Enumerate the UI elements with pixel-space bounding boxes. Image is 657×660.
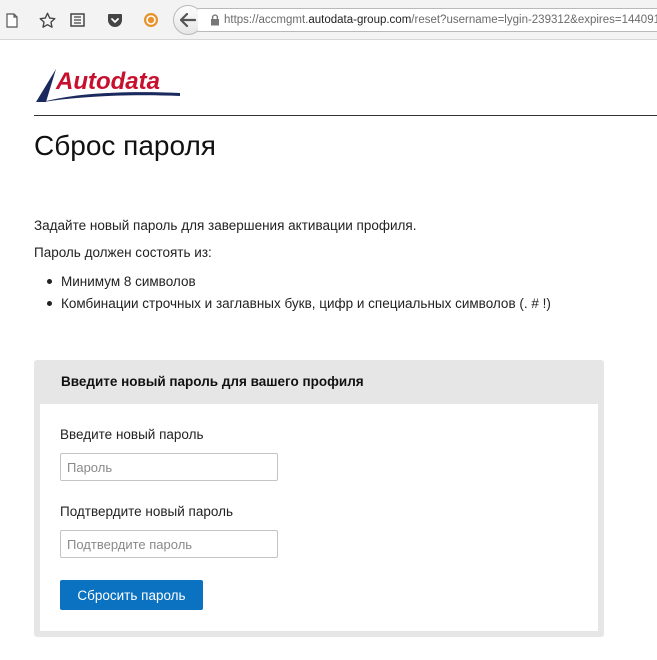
url-host: autodata-group.com [308,14,412,26]
list-item: Минимум 8 символов [47,270,551,292]
requirements-list: Минимум 8 символов Комбинации строчных и… [47,270,551,314]
url-prefix: https://accmgmt. [224,14,309,26]
reading-list-icon[interactable] [68,11,86,29]
autodata-logo[interactable]: Autodata [34,66,184,104]
reset-form-panel: Введите новый пароль для вашего профиля … [34,360,604,637]
new-password-label: Введите новый пароль [60,427,204,442]
lock-icon[interactable] [210,14,220,26]
browser-toolbar: https://accmgmt. autodata-group.com/reset… [0,0,657,40]
extension-icon[interactable] [142,11,160,29]
form-heading: Введите новый пароль для вашего профиля [61,374,364,389]
intro-text: Задайте новый пароль для завершения акти… [34,218,417,233]
bullet-icon [47,278,52,284]
bookmark-star-icon[interactable] [38,11,56,29]
header-divider [34,115,657,116]
address-bar[interactable]: https://accmgmt. autodata-group.com/reset… [198,8,657,32]
bullet-icon [47,300,52,306]
pocket-icon[interactable] [106,11,124,29]
list-item: Комбинации строчных и заглавных букв, ци… [47,292,551,314]
logo-text: Autodata [55,68,160,95]
new-password-input[interactable] [60,453,278,481]
url-path: /reset?username=lygin-239312&expires=144… [411,14,657,26]
form-body: Введите новый пароль Подтвердите новый п… [40,404,598,631]
reset-password-button[interactable]: Сбросить пароль [60,580,203,610]
page-icon[interactable] [3,11,21,29]
confirm-password-input[interactable] [60,530,278,558]
page-title: Сброс пароля [34,130,216,161]
back-arrow-icon [180,13,196,27]
confirm-password-label: Подтвердите новый пароль [60,504,233,519]
requirements-title: Пароль должен состоять из: [34,245,212,260]
